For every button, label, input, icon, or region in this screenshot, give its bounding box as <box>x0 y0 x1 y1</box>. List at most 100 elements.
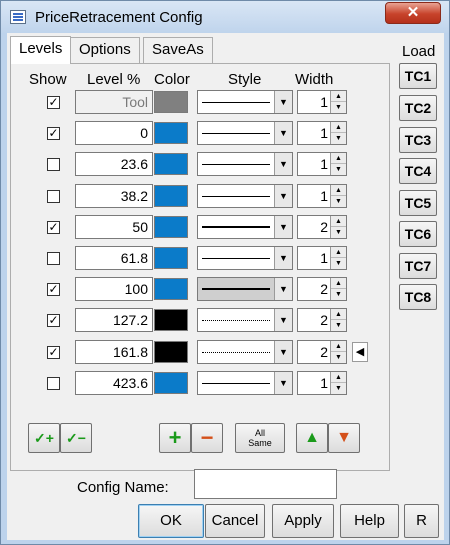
width-stepper[interactable]: 1 ▲ ▼ <box>297 371 347 395</box>
show-checkbox[interactable]: ✓ <box>47 96 60 109</box>
level-input[interactable]: 50 <box>75 215 153 239</box>
spin-down-icon[interactable]: ▼ <box>331 258 346 269</box>
width-stepper[interactable]: 1 ▲ ▼ <box>297 184 347 208</box>
line-style-select[interactable]: ▼ <box>197 152 293 176</box>
level-input[interactable]: 423.6 <box>75 371 153 395</box>
show-checkbox[interactable]: ✓ <box>47 127 60 140</box>
line-style-select[interactable]: ▼ <box>197 371 293 395</box>
level-input[interactable]: 100 <box>75 277 153 301</box>
width-stepper[interactable]: 2 ▲ ▼ <box>297 340 347 364</box>
all-same-button[interactable]: All Same <box>235 423 285 453</box>
spin-down-icon[interactable]: ▼ <box>331 164 346 175</box>
width-stepper[interactable]: 2 ▲ ▼ <box>297 308 347 332</box>
show-checkbox[interactable]: ✓ <box>47 283 60 296</box>
level-input[interactable]: 38.2 <box>75 184 153 208</box>
line-style-select[interactable]: ▼ <box>197 277 293 301</box>
spin-up-icon[interactable]: ▲ <box>331 247 346 258</box>
color-swatch[interactable] <box>154 91 188 113</box>
line-style-select[interactable]: ▼ <box>197 121 293 145</box>
spin-down-icon[interactable]: ▼ <box>331 227 346 238</box>
show-checkbox[interactable] <box>47 377 60 390</box>
width-spin-buttons[interactable]: ▲ ▼ <box>330 278 346 300</box>
config-name-input[interactable] <box>194 469 337 499</box>
show-checkbox[interactable]: ✓ <box>47 221 60 234</box>
tab-levels[interactable]: Levels <box>10 36 72 64</box>
check-all-button[interactable]: ✓+ <box>28 423 60 453</box>
spin-down-icon[interactable]: ▼ <box>331 289 346 300</box>
color-swatch[interactable] <box>154 247 188 269</box>
spin-up-icon[interactable]: ▲ <box>331 122 346 133</box>
show-checkbox[interactable] <box>47 190 60 203</box>
width-spin-buttons[interactable]: ▲ ▼ <box>330 185 346 207</box>
load-tc6-button[interactable]: TC6 <box>399 221 437 247</box>
uncheck-all-button[interactable]: ✓− <box>60 423 92 453</box>
dropdown-arrow-icon[interactable]: ▼ <box>274 216 292 238</box>
level-input[interactable]: 161.8 <box>75 340 153 364</box>
title-bar[interactable]: PriceRetracement Config ✕ <box>1 1 449 33</box>
remove-level-button[interactable]: − <box>191 423 223 453</box>
line-style-select[interactable]: ▼ <box>197 246 293 270</box>
width-spin-buttons[interactable]: ▲ ▼ <box>330 372 346 394</box>
load-tc7-button[interactable]: TC7 <box>399 253 437 279</box>
level-input[interactable]: 0 <box>75 121 153 145</box>
spin-up-icon[interactable]: ▲ <box>331 309 346 320</box>
dropdown-arrow-icon[interactable]: ▼ <box>274 309 292 331</box>
load-tc8-button[interactable]: TC8 <box>399 284 437 310</box>
dropdown-arrow-icon[interactable]: ▼ <box>274 278 292 300</box>
dropdown-arrow-icon[interactable]: ▼ <box>274 372 292 394</box>
load-tc2-button[interactable]: TC2 <box>399 95 437 121</box>
color-swatch[interactable] <box>154 122 188 144</box>
reset-button[interactable]: R <box>404 504 439 538</box>
level-input[interactable]: 61.8 <box>75 246 153 270</box>
dropdown-arrow-icon[interactable]: ▼ <box>274 341 292 363</box>
tab-options[interactable]: Options <box>70 37 140 63</box>
spin-down-icon[interactable]: ▼ <box>331 196 346 207</box>
show-checkbox[interactable]: ✓ <box>47 314 60 327</box>
spin-down-icon[interactable]: ▼ <box>331 320 346 331</box>
color-swatch[interactable] <box>154 372 188 394</box>
cancel-button[interactable]: Cancel <box>205 504 265 538</box>
width-spin-buttons[interactable]: ▲ ▼ <box>330 153 346 175</box>
width-stepper[interactable]: 1 ▲ ▼ <box>297 121 347 145</box>
add-level-button[interactable]: + <box>159 423 191 453</box>
line-style-select[interactable]: ▼ <box>197 215 293 239</box>
width-stepper[interactable]: 1 ▲ ▼ <box>297 246 347 270</box>
apply-button[interactable]: Apply <box>272 504 334 538</box>
color-swatch[interactable] <box>154 309 188 331</box>
width-spin-buttons[interactable]: ▲ ▼ <box>330 122 346 144</box>
color-swatch[interactable] <box>154 153 188 175</box>
width-spin-buttons[interactable]: ▲ ▼ <box>330 341 346 363</box>
width-stepper[interactable]: 2 ▲ ▼ <box>297 277 347 301</box>
dropdown-arrow-icon[interactable]: ▼ <box>274 122 292 144</box>
width-spin-buttons[interactable]: ▲ ▼ <box>330 247 346 269</box>
spin-down-icon[interactable]: ▼ <box>331 352 346 363</box>
color-swatch[interactable] <box>154 341 188 363</box>
close-button[interactable]: ✕ <box>385 2 441 24</box>
dropdown-arrow-icon[interactable]: ▼ <box>274 91 292 113</box>
load-tc4-button[interactable]: TC4 <box>399 158 437 184</box>
color-swatch[interactable] <box>154 278 188 300</box>
spin-down-icon[interactable]: ▼ <box>331 102 346 113</box>
spin-up-icon[interactable]: ▲ <box>331 153 346 164</box>
show-checkbox[interactable] <box>47 252 60 265</box>
line-style-select[interactable]: ▼ <box>197 90 293 114</box>
show-checkbox[interactable]: ✓ <box>47 346 60 359</box>
move-down-button[interactable]: ▼ <box>328 423 360 453</box>
load-tc1-button[interactable]: TC1 <box>399 63 437 89</box>
spin-up-icon[interactable]: ▲ <box>331 278 346 289</box>
move-up-button[interactable]: ▲ <box>296 423 328 453</box>
spin-up-icon[interactable]: ▲ <box>331 372 346 383</box>
level-input[interactable]: Tool <box>75 90 153 114</box>
width-spin-buttons[interactable]: ▲ ▼ <box>330 216 346 238</box>
width-spin-buttons[interactable]: ▲ ▼ <box>330 309 346 331</box>
show-checkbox[interactable] <box>47 158 60 171</box>
dropdown-arrow-icon[interactable]: ▼ <box>274 185 292 207</box>
dropdown-arrow-icon[interactable]: ▼ <box>274 247 292 269</box>
tab-saveas[interactable]: SaveAs <box>143 37 213 63</box>
level-input[interactable]: 23.6 <box>75 152 153 176</box>
load-tc5-button[interactable]: TC5 <box>399 190 437 216</box>
dropdown-arrow-icon[interactable]: ▼ <box>274 153 292 175</box>
ok-button[interactable]: OK <box>138 504 204 538</box>
load-tc3-button[interactable]: TC3 <box>399 127 437 153</box>
spin-down-icon[interactable]: ▼ <box>331 133 346 144</box>
